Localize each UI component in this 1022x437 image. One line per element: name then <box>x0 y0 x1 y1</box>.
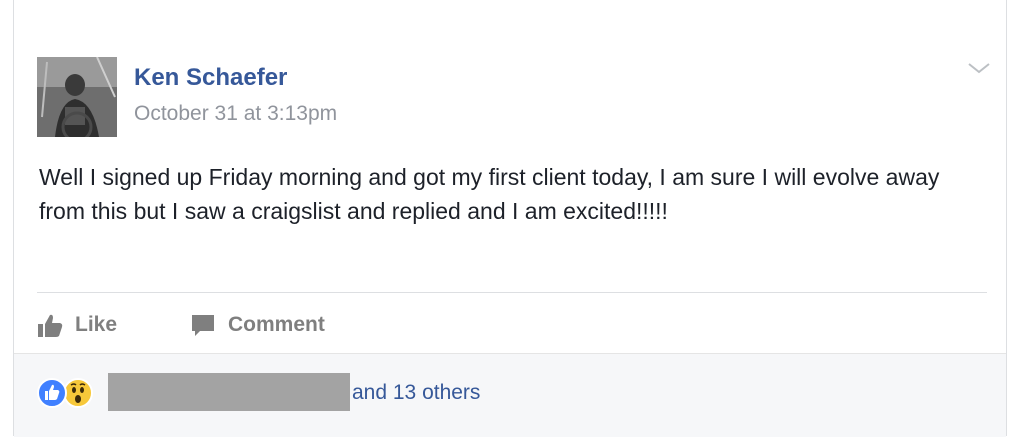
redacted-names <box>108 373 350 411</box>
comment-button[interactable]: Comment <box>190 308 325 342</box>
post-timestamp[interactable]: October 31 at 3:13pm <box>134 102 337 126</box>
thumbs-up-icon <box>37 312 63 338</box>
like-reaction-icon[interactable] <box>37 378 67 408</box>
post-options-chevron-icon[interactable] <box>964 56 994 80</box>
author-name[interactable]: Ken Schaefer <box>134 64 287 92</box>
reactions-others-link[interactable]: and 13 others <box>352 381 480 405</box>
author-avatar[interactable] <box>37 57 117 137</box>
divider <box>37 292 987 293</box>
post-body: Well I signed up Friday morning and got … <box>39 164 940 224</box>
reactions-summary: and 13 others <box>14 353 1006 437</box>
comment-label: Comment <box>228 313 325 336</box>
comment-icon <box>190 312 216 338</box>
like-label: Like <box>75 313 118 336</box>
wow-reaction-icon[interactable] <box>63 378 93 408</box>
like-button[interactable]: Like <box>37 308 117 342</box>
post-card: Ken Schaefer October 31 at 3:13pm Well I… <box>13 0 1007 437</box>
author-photo <box>37 57 117 137</box>
